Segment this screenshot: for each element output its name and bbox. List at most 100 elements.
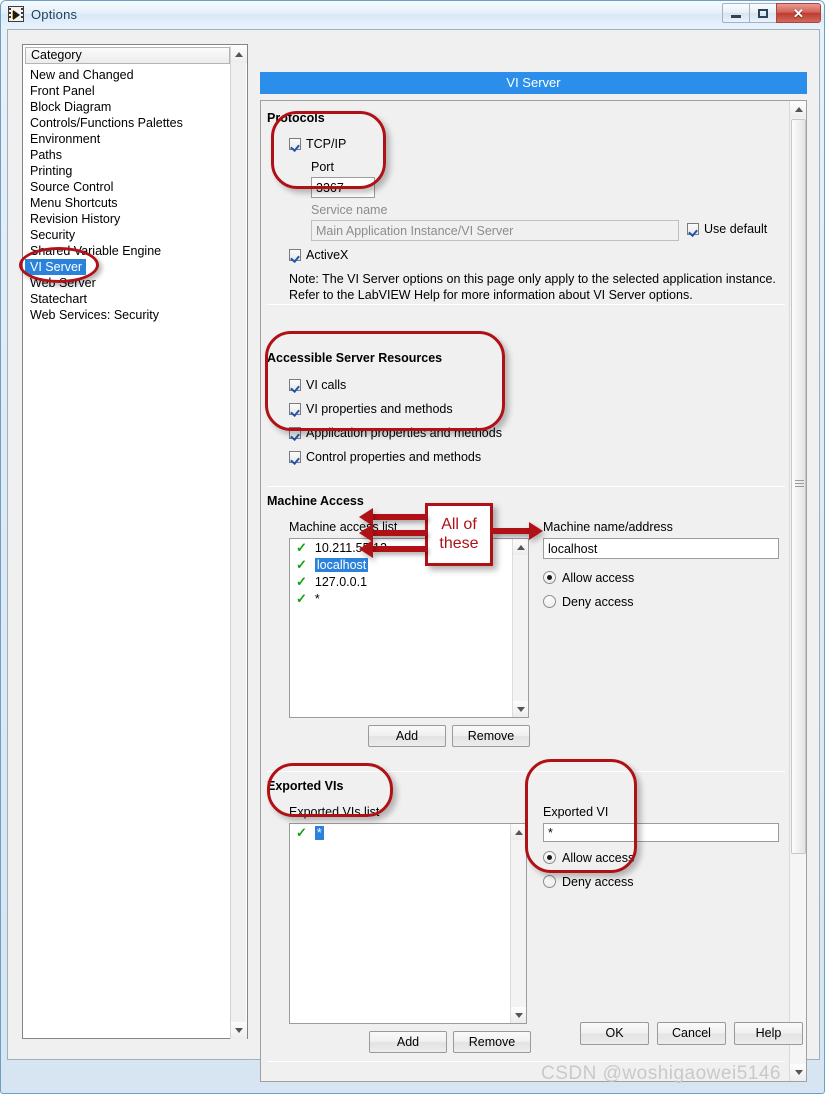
- control-properties-checkbox-row[interactable]: Control properties and methods: [289, 450, 481, 464]
- sidebar-item-new-and-changed[interactable]: New and Changed: [25, 68, 134, 82]
- protocols-group: Protocols TCP/IP Port Service name Use d…: [267, 111, 785, 302]
- machine-deny-access-radio-row[interactable]: Deny access: [543, 595, 634, 609]
- exported-allow-access-radio[interactable]: [543, 851, 556, 864]
- exported-list-scroll-down-button[interactable]: [511, 1007, 526, 1023]
- machine-allow-access-radio[interactable]: [543, 571, 556, 584]
- vi-properties-checkbox[interactable]: [289, 403, 301, 415]
- exported-vis-title: Exported VIs: [267, 779, 344, 793]
- help-button[interactable]: Help: [734, 1022, 803, 1045]
- list-item-text: localhost: [314, 558, 369, 572]
- sidebar-item-block-diagram[interactable]: Block Diagram: [25, 100, 111, 114]
- category-list[interactable]: New and Changed Front Panel Block Diagra…: [25, 66, 231, 322]
- separator-resources: [267, 486, 785, 487]
- exported-vi-input[interactable]: [543, 823, 779, 842]
- sidebar-item-statechart[interactable]: Statechart: [25, 292, 87, 306]
- exported-vis-list-label: Exported VIs list: [289, 805, 380, 819]
- ok-button[interactable]: OK: [580, 1022, 649, 1045]
- port-input[interactable]: [311, 177, 375, 198]
- app-properties-label: Application properties and methods: [306, 426, 502, 440]
- exported-list-scroll-up-button[interactable]: [511, 824, 526, 840]
- separator-protocols: [267, 304, 785, 305]
- machine-list-scroll-up-button[interactable]: [513, 539, 528, 555]
- category-scrollbar[interactable]: [230, 46, 247, 1039]
- exported-deny-access-label: Deny access: [562, 875, 634, 889]
- machine-allow-access-radio-row[interactable]: Allow access: [543, 571, 634, 585]
- sidebar-item-printing[interactable]: Printing: [25, 164, 72, 178]
- sidebar-item-front-panel[interactable]: Front Panel: [25, 84, 95, 98]
- exported-vi-field-label: Exported VI: [543, 805, 609, 819]
- main-panel: VI Server Protocols TCP/IP Port Service …: [260, 44, 807, 1082]
- use-default-label: Use default: [704, 222, 768, 236]
- list-item-text: 127.0.0.1: [314, 575, 368, 589]
- port-label: Port: [311, 160, 334, 174]
- content-scrollbar[interactable]: [789, 101, 806, 1081]
- tcpip-label: TCP/IP: [306, 137, 347, 151]
- content-scroll-up-button[interactable]: [790, 101, 806, 118]
- settings-content-area: Protocols TCP/IP Port Service name Use d…: [260, 100, 807, 1082]
- machine-remove-button[interactable]: Remove: [452, 725, 530, 747]
- list-item[interactable]: ✓ *: [290, 590, 528, 607]
- sidebar-item-web-services-security[interactable]: Web Services: Security: [25, 308, 159, 322]
- exported-vis-list[interactable]: ✓ *: [289, 823, 527, 1024]
- machine-list-scroll-down-button[interactable]: [513, 701, 528, 717]
- sidebar-item-vi-server[interactable]: VI Server: [25, 259, 87, 275]
- vi-calls-label: VI calls: [306, 378, 347, 392]
- sidebar-item-shared-variable-engine[interactable]: Shared Variable Engine: [25, 244, 161, 258]
- control-properties-checkbox[interactable]: [289, 451, 301, 463]
- exported-deny-access-radio-row[interactable]: Deny access: [543, 875, 634, 889]
- content-scroll-down-button[interactable]: [790, 1064, 806, 1081]
- category-scroll-up-button[interactable]: [231, 46, 247, 63]
- close-button[interactable]: ✕: [776, 3, 821, 23]
- activex-checkbox[interactable]: [289, 249, 301, 261]
- machine-name-address-input[interactable]: [543, 538, 779, 559]
- sidebar-item-source-control[interactable]: Source Control: [25, 180, 113, 194]
- list-item-text: *: [314, 826, 324, 840]
- machine-add-button[interactable]: Add: [368, 725, 446, 747]
- tcpip-checkbox[interactable]: [289, 138, 301, 150]
- machine-deny-access-radio[interactable]: [543, 595, 556, 608]
- dialog-client-area: Category New and Changed Front Panel Blo…: [7, 29, 820, 1082]
- exported-allow-access-radio-row[interactable]: Allow access: [543, 851, 634, 865]
- control-properties-label: Control properties and methods: [306, 450, 482, 464]
- page-title: VI Server: [260, 72, 807, 94]
- use-default-checkbox-row[interactable]: Use default: [687, 222, 767, 236]
- sidebar-item-web-server[interactable]: Web Server: [25, 276, 96, 290]
- use-default-checkbox[interactable]: [687, 223, 699, 235]
- options-dialog-window: Options ✕ Category New and Changed Front…: [0, 0, 825, 1094]
- machine-access-group: Machine Access Machine access list ✓ 10.2…: [267, 494, 785, 747]
- sidebar-item-paths[interactable]: Paths: [25, 148, 62, 162]
- machine-access-list-scrollbar[interactable]: [512, 539, 528, 717]
- cancel-button[interactable]: Cancel: [657, 1022, 726, 1045]
- vi-calls-checkbox-row[interactable]: VI calls: [289, 378, 346, 392]
- vi-properties-checkbox-row[interactable]: VI properties and methods: [289, 402, 453, 416]
- minimize-button[interactable]: [722, 3, 750, 23]
- app-properties-checkbox[interactable]: [289, 427, 301, 439]
- sidebar-item-menu-shortcuts[interactable]: Menu Shortcuts: [25, 196, 118, 210]
- maximize-icon: [758, 8, 768, 18]
- check-icon: ✓: [296, 540, 307, 555]
- exported-deny-access-radio[interactable]: [543, 875, 556, 888]
- resources-title: Accessible Server Resources: [267, 351, 443, 365]
- exported-vis-group: Exported VIs Exported VIs list ✓ * Add R…: [267, 779, 785, 1053]
- list-item[interactable]: ✓ 10.211.55.12: [290, 539, 528, 556]
- exported-vis-list-scrollbar[interactable]: [510, 824, 526, 1023]
- check-icon: ✓: [296, 574, 307, 589]
- tcpip-checkbox-row[interactable]: TCP/IP: [289, 137, 346, 151]
- list-item[interactable]: ✓ 127.0.0.1: [290, 573, 528, 590]
- maximize-button[interactable]: [749, 3, 777, 23]
- sidebar-item-revision-history[interactable]: Revision History: [25, 212, 120, 226]
- list-item[interactable]: ✓ localhost: [290, 556, 528, 573]
- category-header: Category: [25, 47, 230, 64]
- vi-calls-checkbox[interactable]: [289, 379, 301, 391]
- list-item[interactable]: ✓ *: [290, 824, 526, 841]
- sidebar-item-environment[interactable]: Environment: [25, 132, 100, 146]
- chevron-up-icon: [517, 544, 525, 550]
- app-properties-checkbox-row[interactable]: Application properties and methods: [289, 426, 502, 440]
- content-scrollbar-thumb[interactable]: [791, 119, 806, 854]
- sidebar-item-security[interactable]: Security: [25, 228, 75, 242]
- sidebar-item-controls-functions-palettes[interactable]: Controls/Functions Palettes: [25, 116, 183, 130]
- machine-allow-access-label: Allow access: [562, 571, 635, 585]
- activex-checkbox-row[interactable]: ActiveX: [289, 248, 348, 262]
- exported-allow-access-label: Allow access: [562, 851, 635, 865]
- machine-access-list[interactable]: ✓ 10.211.55.12 ✓ localhost ✓ 127.0.0.1 ✓ *: [289, 538, 529, 718]
